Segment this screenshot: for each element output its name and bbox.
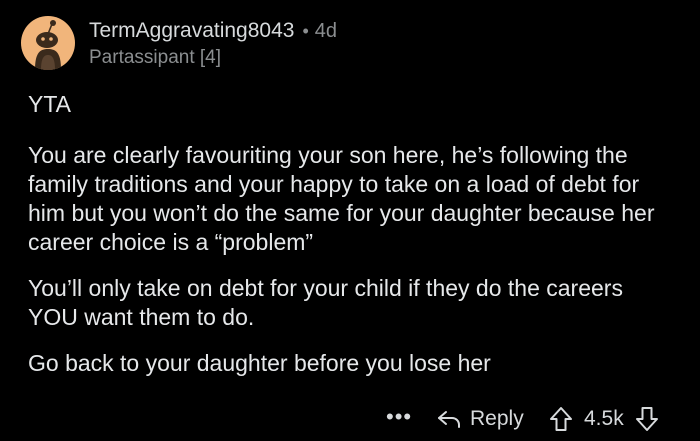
comment-paragraph: Go back to your daughter before you lose… (28, 350, 491, 376)
reply-label: Reply (470, 407, 524, 430)
separator-dot: • (302, 21, 309, 41)
downvote-arrow-icon[interactable] (634, 406, 660, 432)
username-link[interactable]: TermAggravating8043 (89, 18, 294, 44)
reply-arrow-icon (438, 411, 460, 428)
vote-count: 4.5k (584, 407, 624, 430)
more-options-button[interactable]: ••• (386, 404, 412, 430)
upvote-arrow-icon[interactable] (548, 406, 574, 432)
comment-paragraph: YTA (28, 91, 72, 117)
avatar[interactable] (21, 16, 75, 70)
reply-button[interactable]: Reply (436, 404, 524, 434)
comment-paragraph: You’ll only take on debt for your child … (28, 275, 623, 330)
snoo-avatar-icon (35, 20, 61, 70)
comment-paragraph: You are clearly favouriting your son her… (28, 142, 655, 255)
vote-controls: 4.5k (548, 404, 660, 434)
comment-header: TermAggravating8043 • 4d Partassipant [4… (89, 18, 337, 70)
comment: TermAggravating8043 • 4d Partassipant [4… (0, 0, 700, 441)
timestamp: 4d (314, 20, 338, 42)
comment-actions: ••• Reply 4.5k (0, 404, 700, 438)
comment-body: YTA You are clearly favouriting your son… (28, 90, 678, 378)
user-flair: Partassipant [4] (89, 47, 222, 68)
